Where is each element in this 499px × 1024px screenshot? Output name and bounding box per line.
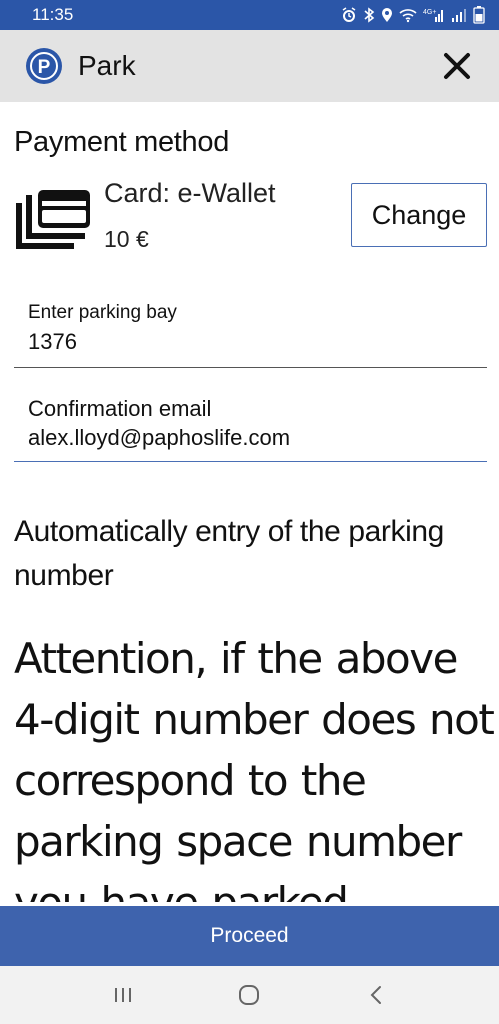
- recent-apps-button[interactable]: [93, 970, 153, 1020]
- app-bar: P Park: [0, 30, 499, 102]
- close-icon: [444, 53, 470, 79]
- confirmation-email-input[interactable]: [28, 425, 468, 451]
- payment-method-title: Payment method: [14, 126, 230, 158]
- status-time: 11:35: [32, 5, 74, 24]
- location-icon: [381, 7, 393, 23]
- signal-icon: [451, 7, 467, 23]
- card-label: Card: e-Wallet: [104, 178, 276, 208]
- alarm-icon: [341, 7, 357, 23]
- proceed-button[interactable]: Proceed: [0, 906, 499, 966]
- wallet-icon: [16, 188, 92, 255]
- back-button[interactable]: [346, 970, 406, 1020]
- navigation-bar: [0, 966, 499, 1024]
- svg-text:4G+: 4G+: [423, 9, 436, 16]
- parking-bay-label: Enter parking bay: [28, 302, 177, 323]
- attention-text: Attention, if the above 4-digit number d…: [14, 634, 495, 902]
- recent-apps-icon: [115, 988, 132, 1002]
- parking-bay-field[interactable]: Enter parking bay: [14, 298, 487, 368]
- confirmation-email-label: Confirmation email: [28, 396, 212, 421]
- home-icon: [239, 985, 260, 1005]
- app-title: Park: [78, 50, 136, 81]
- signal-4g-icon: 4G+: [423, 7, 445, 23]
- wifi-icon: [399, 7, 417, 23]
- battery-icon: [473, 6, 485, 24]
- bluetooth-icon: [363, 7, 375, 23]
- card-balance: 10 €: [104, 226, 149, 252]
- close-button[interactable]: [437, 46, 477, 86]
- status-bar: 11:35 4G+: [0, 0, 499, 30]
- confirmation-email-field[interactable]: Confirmation email: [14, 392, 487, 462]
- park-logo-icon: P: [26, 48, 62, 84]
- parking-bay-input[interactable]: [28, 329, 468, 355]
- attention-container: Attention, if the above 4-digit number d…: [0, 628, 499, 902]
- status-icons: 4G+: [341, 6, 485, 24]
- back-icon: [370, 986, 381, 1004]
- auto-entry-heading: Automatically entry of the parking numbe…: [14, 515, 444, 592]
- svg-text:P: P: [38, 57, 51, 78]
- change-payment-button[interactable]: Change: [351, 183, 487, 247]
- home-button[interactable]: [219, 970, 279, 1020]
